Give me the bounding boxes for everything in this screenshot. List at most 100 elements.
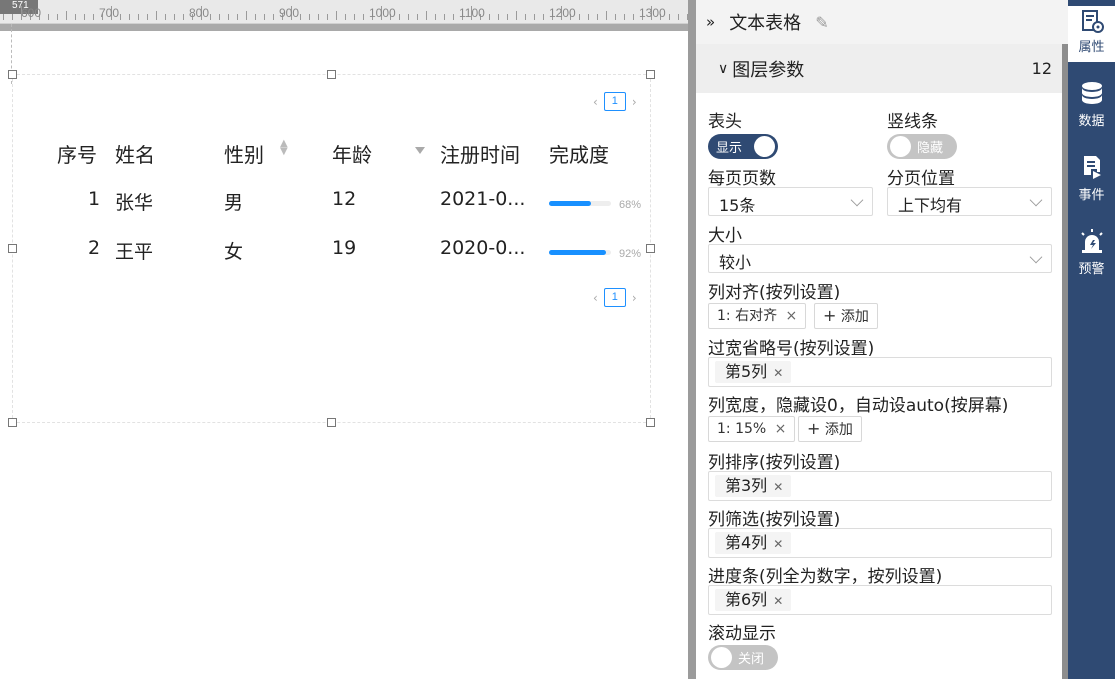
ruler-tick bbox=[606, 11, 607, 20]
resize-handle-br[interactable] bbox=[646, 418, 655, 427]
table-pager-bottom: ‹ 1 › bbox=[593, 288, 637, 307]
database-icon bbox=[1081, 82, 1102, 104]
pager-position-select[interactable]: 上下均有 bbox=[887, 187, 1052, 216]
ruler-tick bbox=[246, 11, 247, 20]
ruler-label: 1100 bbox=[459, 6, 485, 20]
col-align-label: 列对齐(按列设置) bbox=[708, 283, 841, 303]
pager-next-icon[interactable]: › bbox=[632, 291, 637, 305]
pager-next-icon[interactable]: › bbox=[632, 95, 637, 109]
ellipsis-label: 过宽省略号(按列设置) bbox=[708, 339, 875, 359]
ruler-tick bbox=[327, 14, 328, 20]
resize-handle-mr[interactable] bbox=[646, 244, 655, 253]
progress-bar bbox=[549, 250, 611, 255]
ruler-tick bbox=[444, 14, 445, 20]
ruler-tick bbox=[363, 14, 364, 20]
ruler-tick bbox=[417, 14, 418, 20]
page-size-value: 15条 bbox=[719, 196, 756, 215]
ruler-tick bbox=[255, 14, 256, 20]
close-icon[interactable]: × bbox=[775, 421, 787, 437]
size-select[interactable]: 较小 bbox=[708, 244, 1052, 273]
vline-toggle-text: 隐藏 bbox=[917, 141, 944, 156]
col-align-chip[interactable]: 1: 右对齐 × bbox=[708, 303, 807, 329]
plus-icon: + bbox=[807, 419, 821, 438]
filter-icon[interactable] bbox=[415, 147, 425, 154]
progress-tag-input[interactable]: 第6列 ✕ bbox=[708, 585, 1052, 615]
ruler-tick bbox=[66, 11, 67, 20]
resize-handle-ml[interactable] bbox=[8, 244, 17, 253]
add-col-align-button[interactable]: + 添加 bbox=[814, 303, 878, 329]
ruler-tick bbox=[3, 14, 4, 20]
size-label: 大小 bbox=[708, 226, 742, 246]
ruler-tick bbox=[435, 14, 436, 20]
cell-date: 2020-0... bbox=[440, 237, 526, 259]
pager-prev-icon[interactable]: ‹ bbox=[593, 291, 598, 305]
layer-params-label: 图层参数 bbox=[732, 59, 805, 81]
scroll-toggle-text: 关闭 bbox=[738, 652, 765, 667]
scroll-display-toggle[interactable]: 关闭 bbox=[708, 645, 778, 670]
layer-params-section[interactable]: ∨ 图层参数 12 bbox=[696, 44, 1062, 93]
panel-splitter[interactable] bbox=[688, 0, 696, 679]
column-header-name[interactable]: 姓名 bbox=[115, 139, 155, 168]
progress-fill bbox=[549, 201, 592, 206]
sidebar-item-label: 数据 bbox=[1078, 114, 1105, 129]
ruler-label: 800 bbox=[189, 6, 210, 20]
vline-toggle[interactable]: 隐藏 bbox=[887, 134, 957, 159]
edit-title-icon[interactable]: ✎ bbox=[815, 13, 828, 32]
ruler-tick bbox=[84, 14, 85, 20]
cell-gender: 女 bbox=[224, 241, 244, 263]
column-header-progress[interactable]: 完成度 bbox=[549, 139, 609, 168]
right-sidebar: 属性 数据 事件 预警 bbox=[1068, 0, 1115, 679]
ruler-tick bbox=[219, 14, 220, 20]
progress-label: 68% bbox=[619, 199, 642, 211]
pager-page-button[interactable]: 1 bbox=[603, 92, 626, 111]
close-icon[interactable]: ✕ bbox=[773, 366, 783, 380]
pager-page-button[interactable]: 1 bbox=[603, 288, 626, 307]
close-icon[interactable]: ✕ bbox=[773, 537, 783, 551]
ruler-tick bbox=[516, 11, 517, 20]
resize-handle-bl[interactable] bbox=[8, 418, 17, 427]
progress-setting-label: 进度条(列全为数字，按列设置) bbox=[708, 567, 943, 587]
sidebar-item-alarm[interactable]: 预警 bbox=[1068, 228, 1115, 277]
sidebar-item-data[interactable]: 数据 bbox=[1068, 80, 1115, 129]
ruler-tick bbox=[129, 14, 130, 20]
close-icon[interactable]: ✕ bbox=[773, 480, 783, 494]
layer-params-count: 12 bbox=[1031, 59, 1052, 78]
close-icon[interactable]: × bbox=[786, 308, 798, 324]
sort-icon[interactable]: ▲ ▼ bbox=[280, 139, 288, 157]
close-icon[interactable]: ✕ bbox=[773, 594, 783, 608]
ruler-label: 700 bbox=[99, 6, 120, 20]
resize-handle-tm[interactable] bbox=[327, 70, 336, 79]
resize-handle-tr[interactable] bbox=[646, 70, 655, 79]
filter-tag-input[interactable]: 第4列 ✕ bbox=[708, 528, 1052, 558]
ruler-tick bbox=[408, 14, 409, 20]
cell-index: 2 bbox=[88, 237, 101, 259]
ruler-label: 1300 bbox=[639, 6, 666, 20]
ruler-tick bbox=[300, 14, 301, 20]
ruler-tick bbox=[147, 14, 148, 20]
pager-position-label: 分页位置 bbox=[887, 169, 955, 189]
toggle-knob bbox=[711, 647, 732, 668]
col-width-chip[interactable]: 1: 15% × bbox=[708, 416, 796, 442]
design-canvas[interactable]: 571 6007008009001000110012001300 ‹ 1 › 序… bbox=[0, 0, 688, 679]
resize-handle-bm[interactable] bbox=[327, 418, 336, 427]
ellipsis-tag-input[interactable]: 第5列 ✕ bbox=[708, 357, 1052, 387]
chevron-down-icon: ∨ bbox=[718, 60, 729, 77]
pager-prev-icon[interactable]: ‹ bbox=[593, 95, 598, 109]
ruler-tick bbox=[624, 14, 625, 20]
column-header-index[interactable]: 序号 bbox=[57, 139, 97, 168]
cell-age: 19 bbox=[332, 237, 357, 259]
sidebar-item-events[interactable]: 事件 bbox=[1068, 154, 1115, 203]
header-toggle[interactable]: 显示 bbox=[708, 134, 778, 159]
collapse-panel-icon[interactable]: » bbox=[706, 13, 715, 31]
ruler-tick bbox=[183, 14, 184, 20]
sort-tag-input[interactable]: 第3列 ✕ bbox=[708, 471, 1052, 501]
column-header-age[interactable]: 年龄 bbox=[332, 139, 372, 168]
page-size-select[interactable]: 15条 bbox=[708, 187, 873, 216]
resize-handle-tl[interactable] bbox=[8, 70, 17, 79]
sidebar-item-properties[interactable]: 属性 bbox=[1068, 6, 1115, 62]
progress-bar bbox=[549, 201, 611, 206]
column-header-date[interactable]: 注册时间 bbox=[440, 139, 520, 168]
ellipsis-tag: 第5列 ✕ bbox=[715, 361, 792, 383]
column-header-gender[interactable]: 性别 bbox=[224, 139, 264, 168]
add-col-width-button[interactable]: + 添加 bbox=[798, 416, 862, 442]
